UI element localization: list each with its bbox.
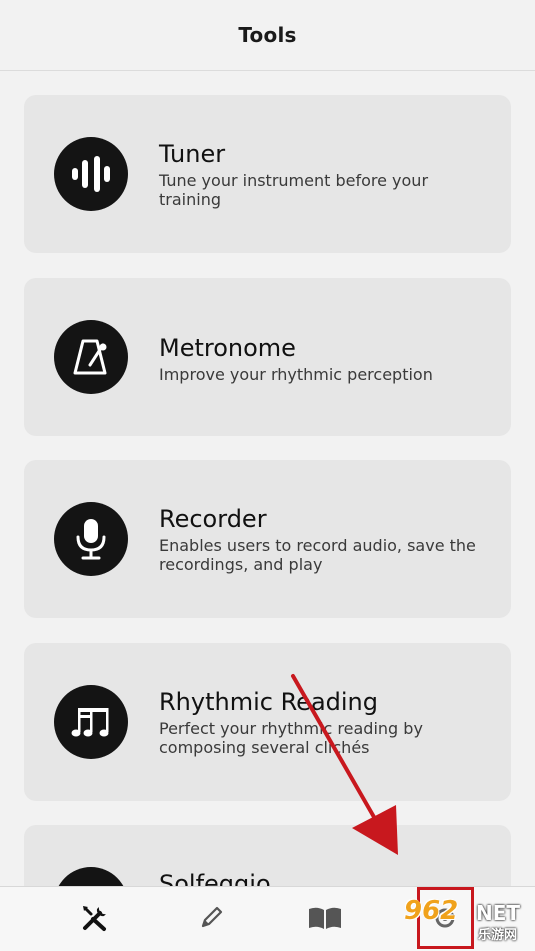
tool-description: Enables users to record audio, save the … [159, 536, 476, 574]
tool-card-recorder[interactable]: Recorder Enables users to record audio, … [24, 460, 511, 618]
tool-title: Rhythmic Reading [159, 688, 378, 716]
tool-title: Metronome [159, 334, 296, 362]
watermark-logo: 962 NET 乐游网 [398, 896, 532, 946]
watermark-sub: 乐游网 [478, 928, 518, 943]
tool-description: Perfect your rhythmic reading by composi… [159, 719, 423, 757]
microphone-icon [54, 502, 128, 576]
tools-icon [80, 903, 110, 937]
watermark-main: 962 [404, 896, 459, 926]
tool-description: Tune your instrument before your trainin… [159, 171, 429, 209]
tuner-icon [54, 137, 128, 211]
tool-title: Solfeggio [159, 870, 271, 886]
tool-description: Improve your rhythmic perception [159, 365, 433, 384]
top-bar: Tools [0, 0, 535, 71]
tool-card-solfeggio[interactable]: Solfeggio [24, 825, 511, 886]
music-notes-icon [54, 685, 128, 759]
tab-library[interactable] [258, 887, 392, 951]
page-title: Tools [238, 23, 297, 47]
watermark-net: NET [476, 901, 521, 925]
metronome-icon [54, 320, 128, 394]
tool-card-tuner[interactable]: Tuner Tune your instrument before your t… [24, 95, 511, 253]
tab-tools[interactable] [28, 887, 162, 951]
solfeggio-icon [54, 867, 128, 886]
tool-card-rhythmic-reading[interactable]: Rhythmic Reading Perfect your rhythmic r… [24, 643, 511, 801]
book-icon [307, 905, 343, 935]
tool-title: Tuner [159, 140, 226, 168]
tool-title: Recorder [159, 505, 267, 533]
tool-card-metronome[interactable]: Metronome Improve your rhythmic percepti… [24, 278, 511, 436]
tools-list[interactable]: Tuner Tune your instrument before your t… [0, 72, 535, 886]
pencil-icon [197, 904, 225, 936]
